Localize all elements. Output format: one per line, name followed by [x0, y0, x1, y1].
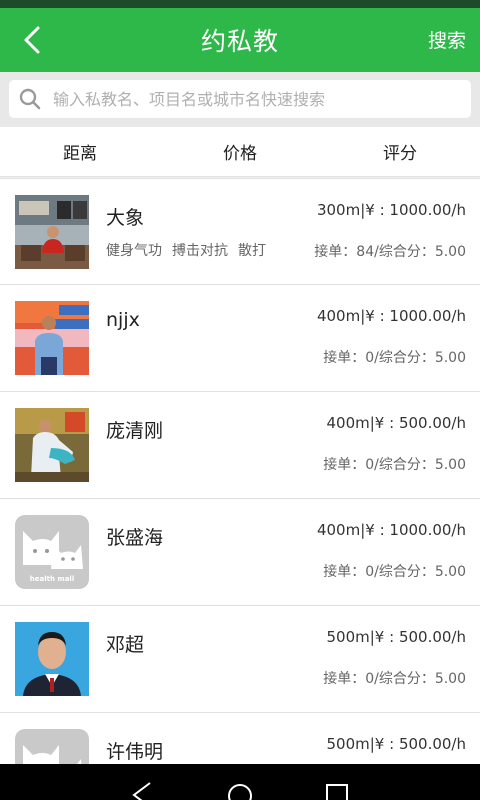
trainer-tags: 健身气功 搏击对抗 散打: [106, 240, 276, 260]
trainer-row[interactable]: 庞清刚 400m|¥ : 500.00/h 接单：0/综合分：5.00: [0, 392, 480, 499]
nav-recents-button[interactable]: [317, 764, 357, 800]
trainer-stats: 接单：0/综合分：5.00: [323, 350, 466, 366]
system-nav-bar: [0, 764, 480, 800]
trainer-name: 邓超: [106, 634, 145, 656]
search-icon: [17, 86, 43, 112]
health-mall-cat-icon: [15, 729, 89, 764]
avatar: [15, 408, 89, 482]
status-bar: [0, 0, 480, 8]
search-button[interactable]: 搜索: [428, 26, 466, 53]
trainer-stats: 接单：0/综合分：5.00: [323, 564, 466, 580]
back-triangle-icon: [132, 782, 151, 800]
sort-by-distance[interactable]: 距离: [0, 127, 160, 176]
trainer-row[interactable]: 许伟明 500m|¥ : 500.00/h: [0, 713, 480, 764]
search-bar: [0, 72, 480, 127]
trainer-row[interactable]: health mall 张盛海 400m|¥ : 1000.00/h 接单：0/…: [0, 499, 480, 606]
avatar: [15, 301, 89, 375]
avatar: [15, 195, 89, 269]
trainer-row[interactable]: njjx 400m|¥ : 1000.00/h 接单：0/综合分：5.00: [0, 285, 480, 392]
trainer-price: 300m|¥ : 1000.00/h: [316, 201, 466, 219]
trainer-list: 大象 健身气功 搏击对抗 散打 300m|¥ : 1000.00/h 接单：84/综…: [0, 178, 480, 764]
trainer-name: njjx: [106, 309, 140, 331]
page-title: 约私教: [200, 27, 279, 56]
avatar: health mall: [15, 515, 89, 589]
trainer-name: 大象: [106, 207, 145, 229]
avatar: [15, 622, 89, 696]
sort-by-price[interactable]: 价格: [160, 127, 320, 176]
trainer-row[interactable]: 邓超 500m|¥ : 500.00/h 接单：0/综合分：5.00: [0, 606, 480, 713]
trainer-stats: 接单：0/综合分：5.00: [323, 457, 466, 473]
home-circle-icon: [227, 784, 252, 800]
search-input[interactable]: [53, 89, 471, 109]
recents-square-icon: [325, 784, 348, 800]
back-button[interactable]: [12, 20, 52, 60]
search-box[interactable]: [9, 80, 471, 118]
trainer-price: 400m|¥ : 1000.00/h: [316, 307, 466, 325]
trainer-name: 庞清刚: [106, 420, 164, 442]
trainer-name: 张盛海: [106, 527, 164, 549]
trainer-price: 400m|¥ : 500.00/h: [326, 414, 466, 432]
default-avatar-text: health mall: [30, 575, 74, 583]
trainer-stats: 接单：84/综合分：5.00: [314, 244, 466, 260]
trainer-price: 500m|¥ : 500.00/h: [326, 628, 466, 646]
avatar: [15, 729, 89, 764]
tag: 健身气功: [106, 243, 162, 259]
trainer-price: 500m|¥ : 500.00/h: [326, 735, 466, 753]
health-mall-cat-icon: health mall: [15, 515, 89, 589]
trainer-stats: 接单：0/综合分：5.00: [323, 671, 466, 687]
sort-bar: 距离 价格 评分: [0, 127, 480, 177]
nav-home-button[interactable]: [220, 764, 260, 800]
trainer-price: 400m|¥ : 1000.00/h: [316, 521, 466, 539]
chevron-left-icon: [24, 26, 40, 54]
tag: 散打: [238, 243, 266, 259]
sort-by-rating[interactable]: 评分: [320, 127, 480, 176]
tag: 搏击对抗: [172, 243, 228, 259]
nav-back-button[interactable]: [123, 764, 163, 800]
trainer-row[interactable]: 大象 健身气功 搏击对抗 散打 300m|¥ : 1000.00/h 接单：84/综…: [0, 178, 480, 285]
trainer-name: 许伟明: [106, 741, 164, 763]
app-header: 约私教 搜索: [0, 8, 480, 72]
